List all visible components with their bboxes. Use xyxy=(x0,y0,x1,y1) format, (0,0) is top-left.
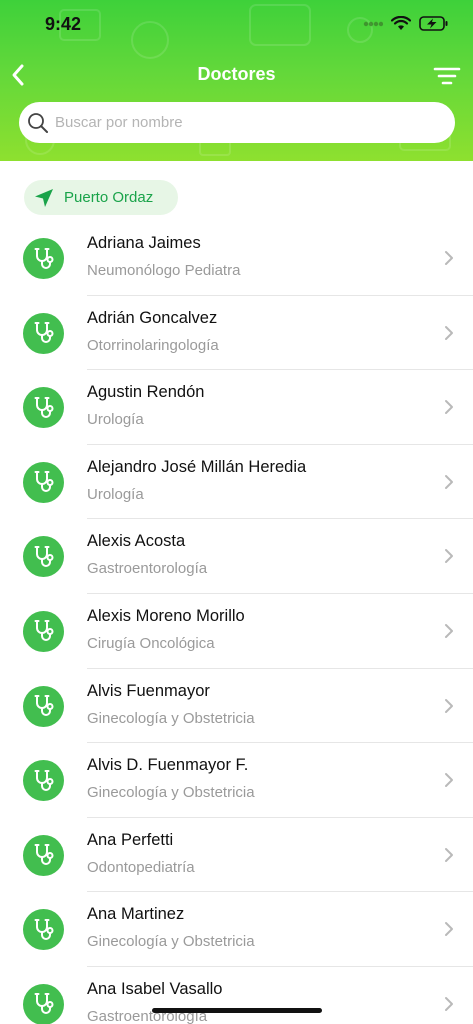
doctor-specialty: Urología xyxy=(87,485,144,503)
battery-charging-icon xyxy=(419,16,448,31)
chevron-right-icon xyxy=(445,922,453,937)
doctor-row[interactable]: Alexis Moreno Morillo Cirugía Oncológica xyxy=(0,594,473,669)
stethoscope-icon xyxy=(23,983,64,1024)
search-bar[interactable] xyxy=(19,102,455,143)
doctor-row[interactable]: Alejandro José Millán Heredia Urología xyxy=(0,445,473,520)
doctor-specialty: Gastroentorología xyxy=(87,560,208,578)
status-time: 9:42 xyxy=(45,14,82,34)
doctor-row[interactable]: Alexis Acosta Gastroentorología xyxy=(0,519,473,594)
doctor-specialty: Urología xyxy=(87,411,144,429)
doctor-row[interactable]: Adriana Jaimes Neumonólogo Pediatra xyxy=(0,221,473,296)
doctor-name: Adrián Goncalvez xyxy=(87,308,218,327)
doctor-name: Adriana Jaimes xyxy=(87,234,201,252)
doctor-row[interactable]: Alvis D. Fuenmayor F. Ginecología y Obste… xyxy=(0,743,473,818)
chevron-right-icon xyxy=(445,996,453,1011)
doctor-name: Alexis Moreno Morillo xyxy=(87,606,245,625)
doctor-row[interactable]: Ana Perfetti Odontopediatría xyxy=(0,818,473,893)
filter-icon[interactable] xyxy=(433,66,461,86)
chevron-right-icon xyxy=(445,773,453,788)
doctor-row[interactable]: Ana Martinez Ginecología y Obstetricia xyxy=(0,892,473,967)
doctor-name: Ana Martinez xyxy=(87,905,185,924)
doctor-specialty: Odontopediatría xyxy=(87,858,195,876)
doctor-specialty: Ginecología y Obstetricia xyxy=(87,933,255,951)
stethoscope-icon xyxy=(23,536,64,578)
stethoscope-icon xyxy=(23,238,64,279)
signal-dots-icon xyxy=(363,21,383,26)
stethoscope-icon xyxy=(23,610,64,652)
stethoscope-icon xyxy=(23,760,64,802)
location-chip[interactable]: Puerto Ordaz xyxy=(24,180,178,215)
navigation-arrow-icon xyxy=(35,188,53,207)
search-input[interactable] xyxy=(55,114,435,131)
chevron-right-icon xyxy=(445,400,453,415)
doctor-name: Agustin Rendón xyxy=(87,383,205,402)
doctor-row[interactable]: Alvis Fuenmayor Ginecología y Obstetricia xyxy=(0,669,473,744)
chevron-right-icon xyxy=(445,549,453,564)
chevron-right-icon xyxy=(445,623,453,638)
doctor-specialty: Otorrinolaringología xyxy=(87,336,219,354)
chevron-right-icon xyxy=(445,698,453,713)
stethoscope-icon xyxy=(23,387,64,429)
status-icons xyxy=(363,16,449,31)
doctor-name: Alejandro José Millán Heredia xyxy=(87,457,307,476)
doctor-name: Ana Isabel Vasallo xyxy=(87,979,223,998)
doctor-name: Alvis Fuenmayor xyxy=(87,681,210,700)
doctor-name: Alvis D. Fuenmayor F. xyxy=(87,756,249,775)
doctor-specialty: Ginecología y Obstetricia xyxy=(87,784,255,802)
stethoscope-icon xyxy=(23,909,64,951)
doctor-specialty: Neumonólogo Pediatra xyxy=(87,262,241,279)
doctor-row[interactable]: Agustin Rendón Urología xyxy=(0,370,473,445)
doctor-name: Ana Perfetti xyxy=(87,830,174,849)
doctor-name: Alexis Acosta xyxy=(87,532,186,551)
chevron-right-icon xyxy=(445,325,453,340)
search-icon xyxy=(28,112,48,133)
doctor-specialty: Ginecología y Obstetricia xyxy=(87,709,255,727)
chevron-right-icon xyxy=(445,474,453,489)
stethoscope-icon xyxy=(23,834,64,876)
chevron-right-icon xyxy=(445,847,453,862)
doctor-row[interactable]: Adrián Goncalvez Otorrinolaringología xyxy=(0,296,473,371)
doctor-specialty: Cirugía Oncológica xyxy=(87,634,215,652)
stethoscope-icon xyxy=(23,312,64,354)
location-label: Puerto Ordaz xyxy=(64,189,154,206)
page-title: Doctores xyxy=(197,64,276,84)
doctor-row[interactable]: Ana Isabel Vasallo Gastroentorología xyxy=(0,967,473,1024)
header: 9:42 Doctores xyxy=(0,0,473,161)
stethoscope-icon xyxy=(23,461,64,503)
wifi-icon xyxy=(391,16,411,30)
chevron-right-icon xyxy=(445,251,453,265)
stethoscope-icon xyxy=(23,685,64,727)
home-indicator xyxy=(152,1008,322,1013)
doctor-list: Adriana Jaimes Neumonólogo Pediatra Adrián… xyxy=(0,221,473,1024)
